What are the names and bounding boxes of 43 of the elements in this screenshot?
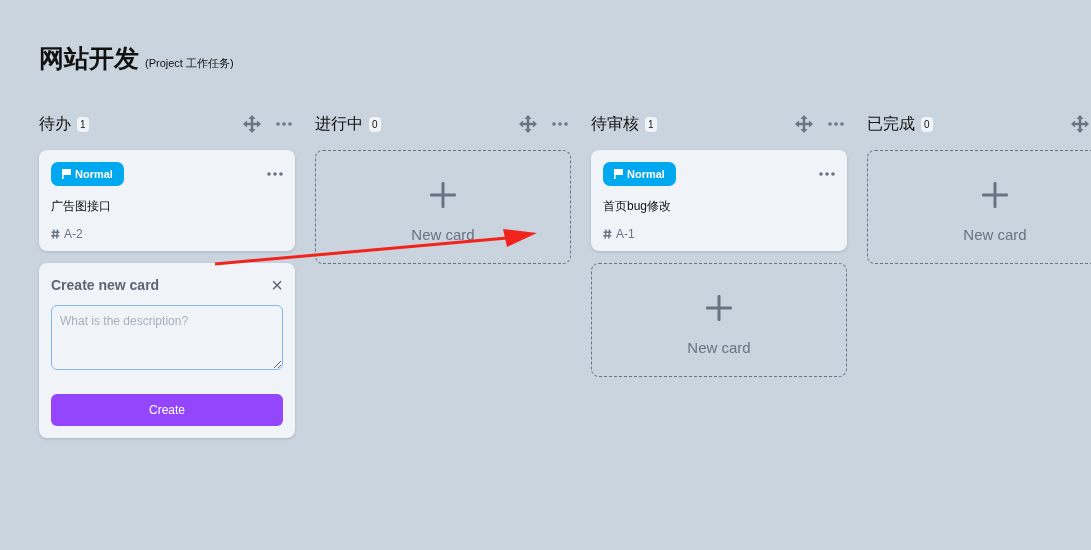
form-heading: Create new card — [51, 277, 160, 293]
new-card-label: New card — [411, 225, 475, 243]
more-icon[interactable] — [276, 122, 292, 126]
plus-icon — [982, 181, 1008, 208]
card-count: 0 — [369, 116, 381, 132]
task-card[interactable]: Normal 广告图接口 A-2 — [39, 150, 295, 251]
move-icon[interactable] — [519, 115, 537, 133]
card-count: 0 — [921, 116, 933, 132]
column-title: 待审核 — [591, 113, 639, 134]
column-title: 进行中 — [315, 113, 363, 134]
card-count: 1 — [645, 116, 657, 132]
hash-icon — [51, 229, 60, 239]
card-id: A-1 — [603, 227, 835, 241]
column-title: 待办 — [39, 113, 71, 134]
new-card-label: New card — [687, 338, 751, 356]
description-field[interactable]: What is the description? — [51, 305, 283, 370]
priority-tag: Normal — [51, 162, 124, 186]
close-button[interactable]: × — [271, 277, 283, 293]
create-button[interactable]: Create — [51, 394, 283, 426]
hash-icon — [603, 229, 612, 239]
card-count: 1 — [77, 116, 89, 132]
move-icon[interactable] — [795, 115, 813, 133]
more-icon[interactable] — [819, 172, 835, 176]
more-icon[interactable] — [267, 172, 283, 176]
flag-icon — [62, 169, 71, 179]
card-title: 广告图接口 — [51, 198, 112, 215]
new-card-button[interactable]: New card — [591, 263, 847, 377]
new-card-label: New card — [963, 225, 1027, 243]
column-title: 已完成 — [867, 113, 915, 134]
plus-icon — [430, 181, 456, 208]
card-id: A-2 — [51, 227, 283, 241]
more-icon[interactable] — [552, 122, 568, 126]
priority-tag: Normal — [603, 162, 676, 186]
flag-icon — [614, 169, 623, 179]
board-subtitle: (Project 工作任务) — [145, 56, 234, 71]
board-title: 网站开发 — [39, 43, 139, 74]
task-card[interactable]: Normal 首页bug修改 A-1 — [591, 150, 847, 251]
more-icon[interactable] — [828, 122, 844, 126]
move-icon[interactable] — [243, 115, 261, 133]
card-title: 首页bug修改 — [603, 198, 673, 215]
plus-icon — [706, 294, 732, 321]
move-icon[interactable] — [1071, 115, 1089, 133]
new-card-button[interactable]: New card — [867, 150, 1091, 264]
